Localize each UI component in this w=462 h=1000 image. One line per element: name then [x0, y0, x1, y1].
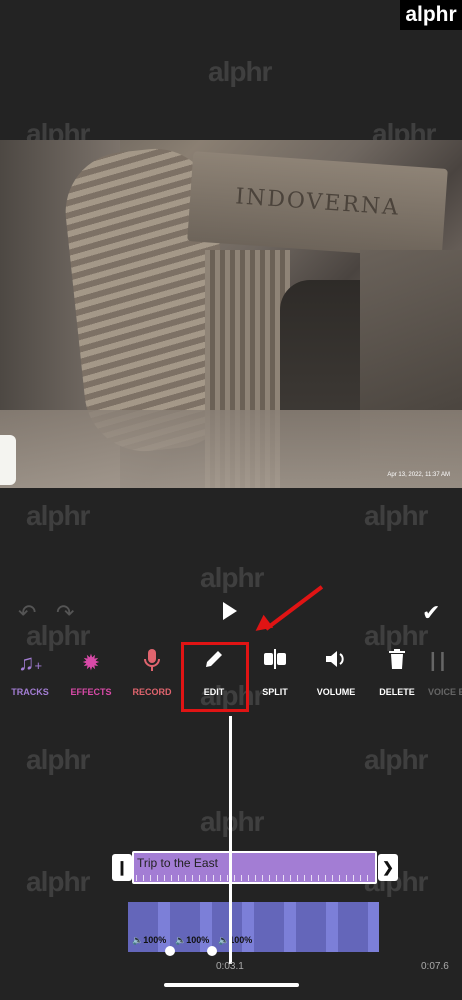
- playhead[interactable]: [229, 716, 232, 964]
- voice-effects-label: VOICE E: [428, 687, 462, 697]
- watermark: alphr: [200, 562, 264, 593]
- clip-volume-3: 🔈100%: [218, 935, 253, 945]
- sign-text: INDOVERNA: [234, 184, 401, 221]
- carved-sign: INDOVERNA: [187, 151, 448, 259]
- redo-icon[interactable]: ↷: [56, 600, 74, 626]
- tracks-label: TRACKS: [11, 687, 49, 697]
- watermark: alphr: [26, 866, 90, 897]
- text-clip-label: Trip to the East: [137, 856, 218, 870]
- volume-label: VOLUME: [316, 687, 356, 697]
- total-time: 0:07.6: [421, 961, 449, 972]
- split-button[interactable]: SPLIT: [245, 648, 305, 697]
- text-clip[interactable]: Trip to the East ❙ ❯: [112, 851, 398, 884]
- volume-button[interactable]: VOLUME: [306, 648, 366, 697]
- delete-label: DELETE: [379, 687, 415, 697]
- clip-split-knob[interactable]: [207, 946, 217, 956]
- waveform-icon: ┃┃: [428, 654, 448, 671]
- watermark: alphr: [26, 744, 90, 775]
- trim-handle-right[interactable]: ❯: [378, 854, 398, 881]
- video-timestamp: Apr 13, 2022, 11:37 AM: [387, 472, 450, 478]
- current-time: 0:03.1: [216, 961, 244, 972]
- video-preview[interactable]: INDOVERNA Apr 13, 2022, 11:37 AM: [0, 140, 462, 488]
- voice-effects-button[interactable]: ┃┃ VOICE E: [428, 648, 462, 697]
- watermark: alphr: [26, 500, 90, 531]
- annotation-arrow-head: [250, 614, 274, 638]
- split-icon: [245, 648, 305, 678]
- tracks-button[interactable]: ♫+ TRACKS: [0, 648, 60, 697]
- trash-icon: [367, 648, 427, 678]
- clip-split-knob[interactable]: [165, 946, 175, 956]
- trim-handle-left[interactable]: ❙: [112, 854, 132, 881]
- delete-button[interactable]: DELETE: [367, 648, 427, 697]
- watermark: alphr: [208, 56, 272, 87]
- check-icon[interactable]: ✔: [422, 600, 440, 626]
- text-clip-ticks: [136, 875, 374, 881]
- microphone-icon: [122, 648, 182, 678]
- speaker-icon: [306, 648, 366, 678]
- alphr-logo: alphr: [400, 0, 462, 30]
- starburst-icon: ✹: [81, 650, 101, 675]
- play-icon[interactable]: [223, 602, 237, 620]
- music-note-add-icon: ♫+: [17, 650, 43, 675]
- record-label: RECORD: [132, 687, 172, 697]
- undo-icon[interactable]: ↶: [18, 600, 36, 626]
- record-button[interactable]: RECORD: [122, 648, 182, 697]
- effects-button[interactable]: ✹ EFFECTS: [61, 648, 121, 697]
- home-indicator[interactable]: [164, 983, 299, 987]
- edit-highlight-box: [181, 642, 249, 712]
- split-label: SPLIT: [262, 687, 288, 697]
- video-clip[interactable]: 🔈100% 🔈100% 🔈100%: [128, 902, 379, 952]
- lamp: [0, 435, 16, 485]
- effects-label: EFFECTS: [70, 687, 112, 697]
- watermark: alphr: [364, 744, 428, 775]
- clip-volume-1: 🔈100%: [132, 935, 167, 945]
- clip-volume-2: 🔈100%: [175, 935, 210, 945]
- annotation-arrow-shaft: [264, 585, 324, 631]
- watermark: alphr: [364, 500, 428, 531]
